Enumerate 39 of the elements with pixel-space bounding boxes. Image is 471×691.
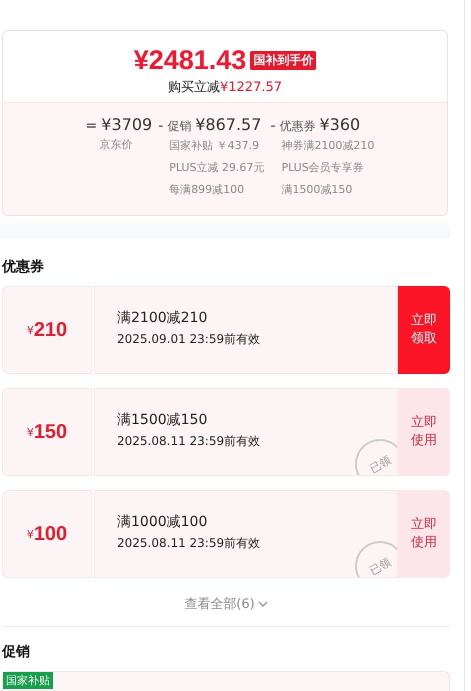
breakdown-detail: 国家补贴 ￥437.9 (168, 138, 260, 154)
breakdown-detail: 满1500减150 (280, 182, 354, 198)
currency-sign: ¥ (26, 528, 34, 540)
coupon-condition: 满1500减150 (117, 411, 208, 429)
coupon-condition: 满1000减100 (117, 513, 208, 531)
final-price: ¥2481.43 (134, 45, 246, 76)
coupon-action-button[interactable]: 立即领取 (398, 286, 450, 374)
operator: - (158, 118, 164, 134)
saving-label: 购买立减 (168, 80, 220, 95)
coupon-validity: 2025.08.11 23:59前有效 (117, 433, 262, 450)
currency-sign: ¥ (26, 324, 34, 336)
operator: = (86, 118, 98, 134)
chevron-down-icon (258, 601, 268, 607)
saving-amount: ¥1227.57 (220, 80, 282, 95)
view-all-link[interactable]: 查看全部(6) (178, 594, 274, 614)
breakdown-detail: 每满899减100 (168, 182, 246, 198)
coupon-value: 150 (34, 420, 68, 444)
section-title: 促销 (2, 643, 31, 662)
currency-sign: ¥ (26, 426, 34, 438)
coupon-value: 210 (34, 318, 68, 342)
price-tag: 国补到手价 (250, 51, 316, 70)
coupon-action-button[interactable]: 立即使用 (398, 490, 450, 578)
subsidy-badge: 国家补贴 (3, 672, 53, 689)
breakdown-detail: PLUS会员专享券 (280, 160, 365, 176)
section-title: 优惠券 (2, 258, 45, 277)
coupon-validity: 2025.08.11 23:59前有效 (117, 535, 262, 552)
breakdown-detail: PLUS立减 29.67元 (168, 160, 264, 176)
breakdown-detail: 京东价 (98, 137, 134, 153)
coupon-condition: 满2100减210 (117, 309, 208, 327)
coupon-value: 100 (34, 522, 68, 546)
coupon-action-button[interactable]: 立即使用 (398, 388, 450, 476)
breakdown-amount: ¥867.57 (195, 115, 262, 134)
breakdown-label: 促销 (167, 118, 192, 135)
breakdown-amount: ¥3709 (101, 115, 152, 134)
operator: - (270, 118, 276, 134)
coupon-validity: 2025.09.01 23:59前有效 (117, 331, 262, 348)
breakdown-amount: ¥360 (320, 115, 360, 134)
breakdown-label: 优惠券 (280, 118, 316, 135)
breakdown-detail: 神券满2100减210 (280, 138, 374, 154)
